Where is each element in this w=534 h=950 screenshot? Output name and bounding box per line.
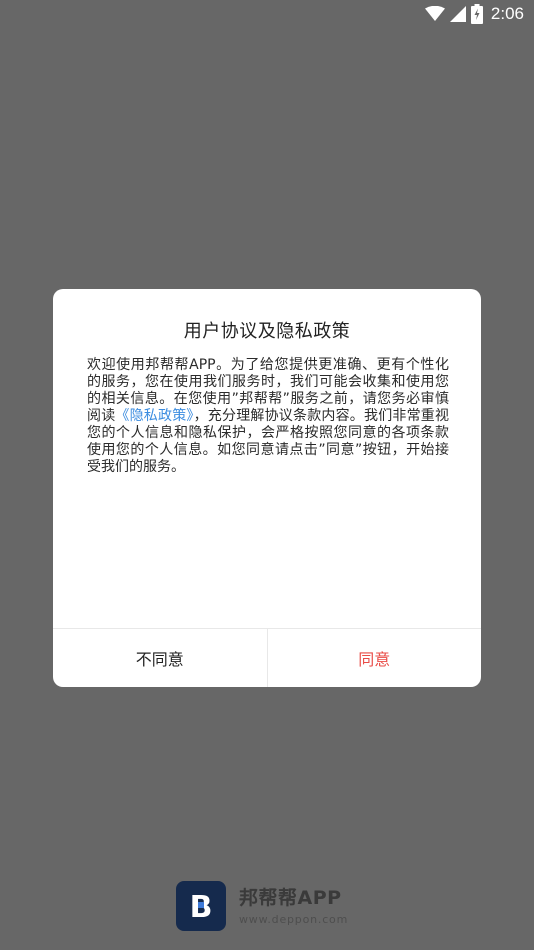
dialog-actions: 不同意 同意 xyxy=(53,629,481,687)
app-logo: B xyxy=(176,881,226,931)
status-time: 2:06 xyxy=(490,4,524,23)
brand-name: 邦帮帮APP xyxy=(239,886,342,909)
brand-footer: B 邦帮帮APP www.deppon.com xyxy=(176,879,348,933)
dialog-title: 用户协议及隐私政策 xyxy=(183,321,351,342)
dialog-body: 欢迎使用邦帮帮APP。为了给您提供更准确、更有个性化的服务，您在使用我们服务时，… xyxy=(87,357,449,476)
agree-button[interactable]: 同意 xyxy=(268,629,482,687)
status-icons: 2:06 xyxy=(424,3,524,25)
privacy-policy-link[interactable]: 《隐私政策》 xyxy=(115,408,193,424)
app-logo-icon: B xyxy=(190,890,213,923)
status-bar: 2:06 xyxy=(0,0,534,28)
battery-charging-icon xyxy=(470,4,483,24)
cellular-signal-icon xyxy=(449,6,466,22)
wifi-icon xyxy=(424,6,445,22)
brand-url: www.deppon.com xyxy=(239,912,349,926)
brand-text: 邦帮帮APP www.deppon.com xyxy=(239,886,348,927)
privacy-dialog: 用户协议及隐私政策 欢迎使用邦帮帮APP。为了给您提供更准确、更有个性化的服务，… xyxy=(53,289,481,687)
disagree-button[interactable]: 不同意 xyxy=(53,629,268,687)
